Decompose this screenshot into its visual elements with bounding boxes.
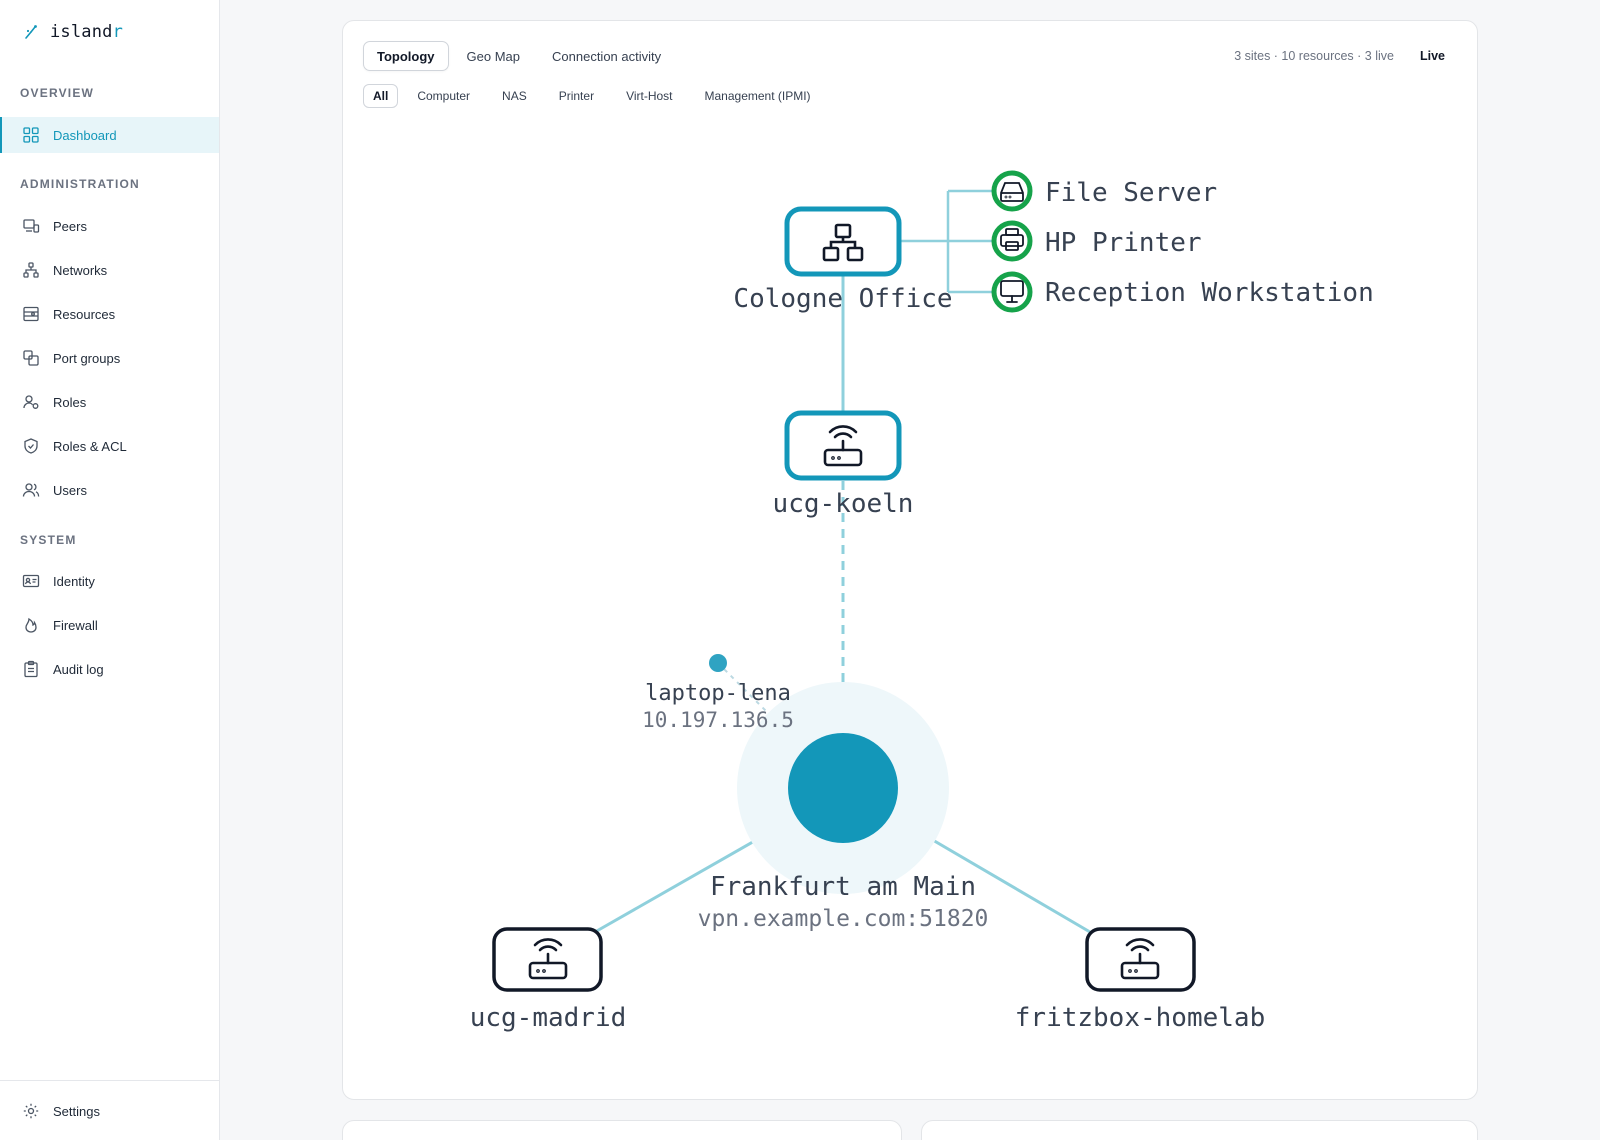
resource-status-ring bbox=[991, 271, 1033, 313]
hub-endpoint: vpn.example.com:51820 bbox=[698, 906, 989, 932]
gateway-name: fritzbox-homelab bbox=[1015, 1003, 1265, 1033]
gateway-ucg-koeln[interactable]: ucg-koeln bbox=[773, 410, 914, 519]
gateway-fritzbox-homelab[interactable]: fritzbox-homelab bbox=[1015, 927, 1265, 1033]
link-site-resources bbox=[900, 189, 992, 294]
hub-core bbox=[788, 733, 898, 843]
peer-name: laptop-lena bbox=[645, 681, 791, 706]
gateway-ucg-madrid[interactable]: ucg-madrid bbox=[470, 927, 627, 1033]
resource-name: File Server bbox=[1045, 178, 1217, 208]
resource-file-server[interactable]: File Server bbox=[991, 170, 1217, 212]
resource-hp-printer[interactable]: HP Printer bbox=[991, 220, 1202, 262]
peer-node[interactable]: laptop-lena 10.197.136.5 bbox=[642, 654, 794, 732]
gateway-name: ucg-koeln bbox=[773, 489, 914, 519]
topology-graph: Frankfurt am Main vpn.example.com:51820 … bbox=[470, 170, 1374, 1033]
resource-status-ring bbox=[991, 170, 1033, 212]
hub-name: Frankfurt am Main bbox=[710, 872, 976, 902]
resource-reception-workstation[interactable]: Reception Workstation bbox=[991, 271, 1374, 313]
peer-dot bbox=[709, 654, 727, 672]
secondary-card-right bbox=[921, 1120, 1478, 1140]
resource-name: HP Printer bbox=[1045, 228, 1202, 258]
gateway-name: ucg-madrid bbox=[470, 1003, 627, 1033]
peer-ip: 10.197.136.5 bbox=[642, 708, 794, 732]
site-node[interactable]: Cologne Office bbox=[733, 206, 953, 314]
resource-name: Reception Workstation bbox=[1045, 278, 1374, 308]
site-name: Cologne Office bbox=[733, 284, 952, 314]
secondary-card-left bbox=[342, 1120, 902, 1140]
